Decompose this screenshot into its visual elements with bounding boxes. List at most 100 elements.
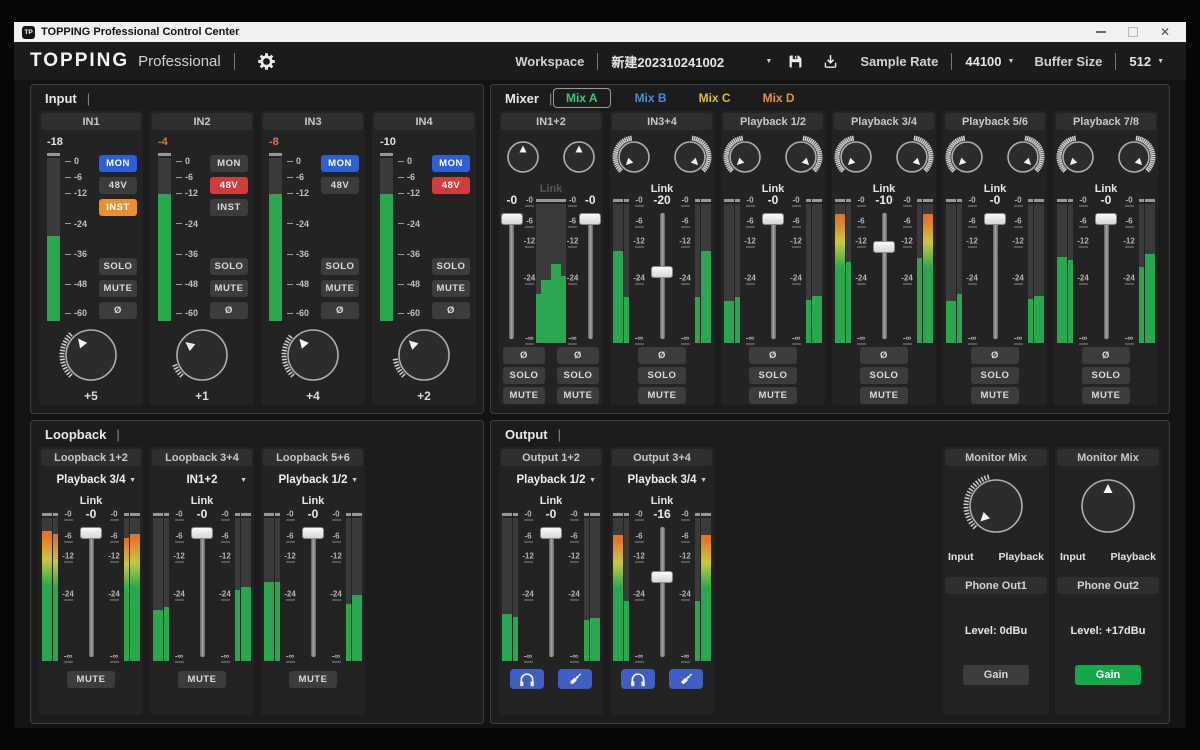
mixer-tab-mix-a[interactable]: Mix A — [553, 88, 611, 108]
pan-knob-left[interactable] — [612, 135, 656, 179]
phase-button[interactable]: Ø — [1082, 347, 1130, 364]
phase-button[interactable]: Ø — [557, 347, 599, 364]
pan-knob-right[interactable] — [668, 135, 712, 179]
link-toggle[interactable]: Link — [150, 495, 254, 507]
mute-button[interactable]: MUTE — [99, 280, 137, 297]
phantom-48v-button[interactable]: 48V — [321, 177, 359, 194]
solo-button[interactable]: SOLO — [99, 258, 137, 275]
fader-cap[interactable] — [501, 213, 523, 225]
solo-button[interactable]: SOLO — [971, 367, 1019, 384]
minimize-button[interactable] — [1096, 31, 1106, 33]
pan-knob-right[interactable] — [779, 135, 823, 179]
source-select[interactable]: Playback 1/2▼ — [501, 471, 601, 489]
solo-button[interactable]: SOLO — [1082, 367, 1130, 384]
gain-knob[interactable] — [59, 323, 123, 387]
fader-track[interactable] — [1104, 213, 1109, 339]
solo-button[interactable]: SOLO — [210, 258, 248, 275]
fader[interactable]: -0 — [189, 515, 215, 661]
fader-track[interactable] — [549, 527, 554, 657]
fader-cap[interactable] — [984, 213, 1006, 225]
fader-cap[interactable] — [1095, 213, 1117, 225]
mon-button[interactable]: MON — [99, 155, 137, 172]
buffer-size-select[interactable]: 512 — [1129, 54, 1151, 69]
mixer-tab-mix-c[interactable]: Mix C — [691, 89, 739, 107]
fader-cap[interactable] — [579, 213, 601, 225]
mon-button[interactable]: MON — [432, 155, 470, 172]
mute-button[interactable]: MUTE — [1082, 387, 1130, 404]
mute-button[interactable]: MUTE — [432, 280, 470, 297]
pan-knob-right[interactable] — [890, 135, 934, 179]
mute-button[interactable]: MUTE — [557, 387, 599, 404]
close-button[interactable]: ✕ — [1160, 26, 1170, 38]
phase-button[interactable]: Ø — [432, 302, 470, 319]
mute-button[interactable]: MUTE — [289, 671, 337, 688]
fader-track[interactable] — [509, 213, 514, 339]
fader[interactable]: -0 — [300, 515, 326, 661]
phantom-48v-button[interactable]: 48V — [210, 177, 248, 194]
settings-button[interactable] — [257, 52, 276, 71]
fader-cap[interactable] — [80, 527, 102, 539]
phase-button[interactable]: Ø — [210, 302, 248, 319]
solo-button[interactable]: SOLO — [860, 367, 908, 384]
phantom-48v-button[interactable]: 48V — [99, 177, 137, 194]
pan-knob-left[interactable] — [945, 135, 989, 179]
workspace-select[interactable]: 新建202310241002 — [611, 52, 759, 71]
save-workspace-button[interactable] — [787, 53, 804, 70]
fader[interactable]: -20 — [649, 201, 675, 343]
fader[interactable]: -16 — [649, 515, 675, 661]
phantom-48v-button[interactable]: 48V — [432, 177, 470, 194]
fader-track[interactable] — [200, 527, 205, 657]
gain-button[interactable]: Gain — [963, 665, 1029, 685]
mixer-tab-mix-d[interactable]: Mix D — [755, 89, 803, 107]
mute-button[interactable]: MUTE — [67, 671, 115, 688]
phase-button[interactable]: Ø — [860, 347, 908, 364]
fader-cap[interactable] — [651, 571, 673, 583]
solo-button[interactable]: SOLO — [749, 367, 797, 384]
pan-knob-right[interactable] — [1001, 135, 1045, 179]
mon-button[interactable]: MON — [210, 155, 248, 172]
load-workspace-button[interactable] — [822, 53, 839, 70]
phase-button[interactable]: Ø — [99, 302, 137, 319]
fader-track[interactable] — [771, 213, 776, 339]
pan-knob-right[interactable] — [557, 135, 601, 179]
fader-cap[interactable] — [873, 241, 895, 253]
gain-knob[interactable] — [170, 323, 234, 387]
fader-track[interactable] — [89, 527, 94, 657]
solo-button[interactable]: SOLO — [432, 258, 470, 275]
fader[interactable]: -10 — [871, 201, 897, 343]
fader-track[interactable] — [993, 213, 998, 339]
mute-button[interactable]: MUTE — [503, 387, 545, 404]
source-select[interactable]: IN1+2▼ — [152, 471, 252, 489]
mute-button[interactable]: MUTE — [321, 280, 359, 297]
phase-button[interactable]: Ø — [638, 347, 686, 364]
link-toggle[interactable]: Link — [499, 495, 603, 507]
link-toggle[interactable]: Link — [261, 495, 365, 507]
fader[interactable]: -0 — [760, 201, 786, 343]
maximize-button[interactable] — [1128, 27, 1138, 37]
mute-button[interactable]: MUTE — [210, 280, 248, 297]
solo-button[interactable]: SOLO — [638, 367, 686, 384]
link-toggle[interactable]: Link — [610, 495, 714, 507]
line-out-button[interactable] — [558, 669, 592, 689]
gain-knob[interactable] — [281, 323, 345, 387]
fader-cap[interactable] — [762, 213, 784, 225]
mute-button[interactable]: MUTE — [749, 387, 797, 404]
phase-button[interactable]: Ø — [321, 302, 359, 319]
mute-button[interactable]: MUTE — [860, 387, 908, 404]
fader[interactable]: -0 — [78, 515, 104, 661]
fader-track[interactable] — [588, 213, 593, 339]
phase-button[interactable]: Ø — [749, 347, 797, 364]
fader-cap[interactable] — [302, 527, 324, 539]
mixer-tab-mix-b[interactable]: Mix B — [627, 89, 675, 107]
fader-track[interactable] — [660, 527, 665, 657]
line-out-button[interactable] — [669, 669, 703, 689]
link-toggle[interactable]: Link — [39, 495, 143, 507]
inst-button[interactable]: INST — [99, 199, 137, 216]
pan-knob-left[interactable] — [723, 135, 767, 179]
fader-cap[interactable] — [191, 527, 213, 539]
pan-knob-left[interactable] — [834, 135, 878, 179]
fader[interactable]: -0 — [501, 201, 523, 343]
solo-button[interactable]: SOLO — [321, 258, 359, 275]
phase-button[interactable]: Ø — [503, 347, 545, 364]
phase-button[interactable]: Ø — [971, 347, 1019, 364]
